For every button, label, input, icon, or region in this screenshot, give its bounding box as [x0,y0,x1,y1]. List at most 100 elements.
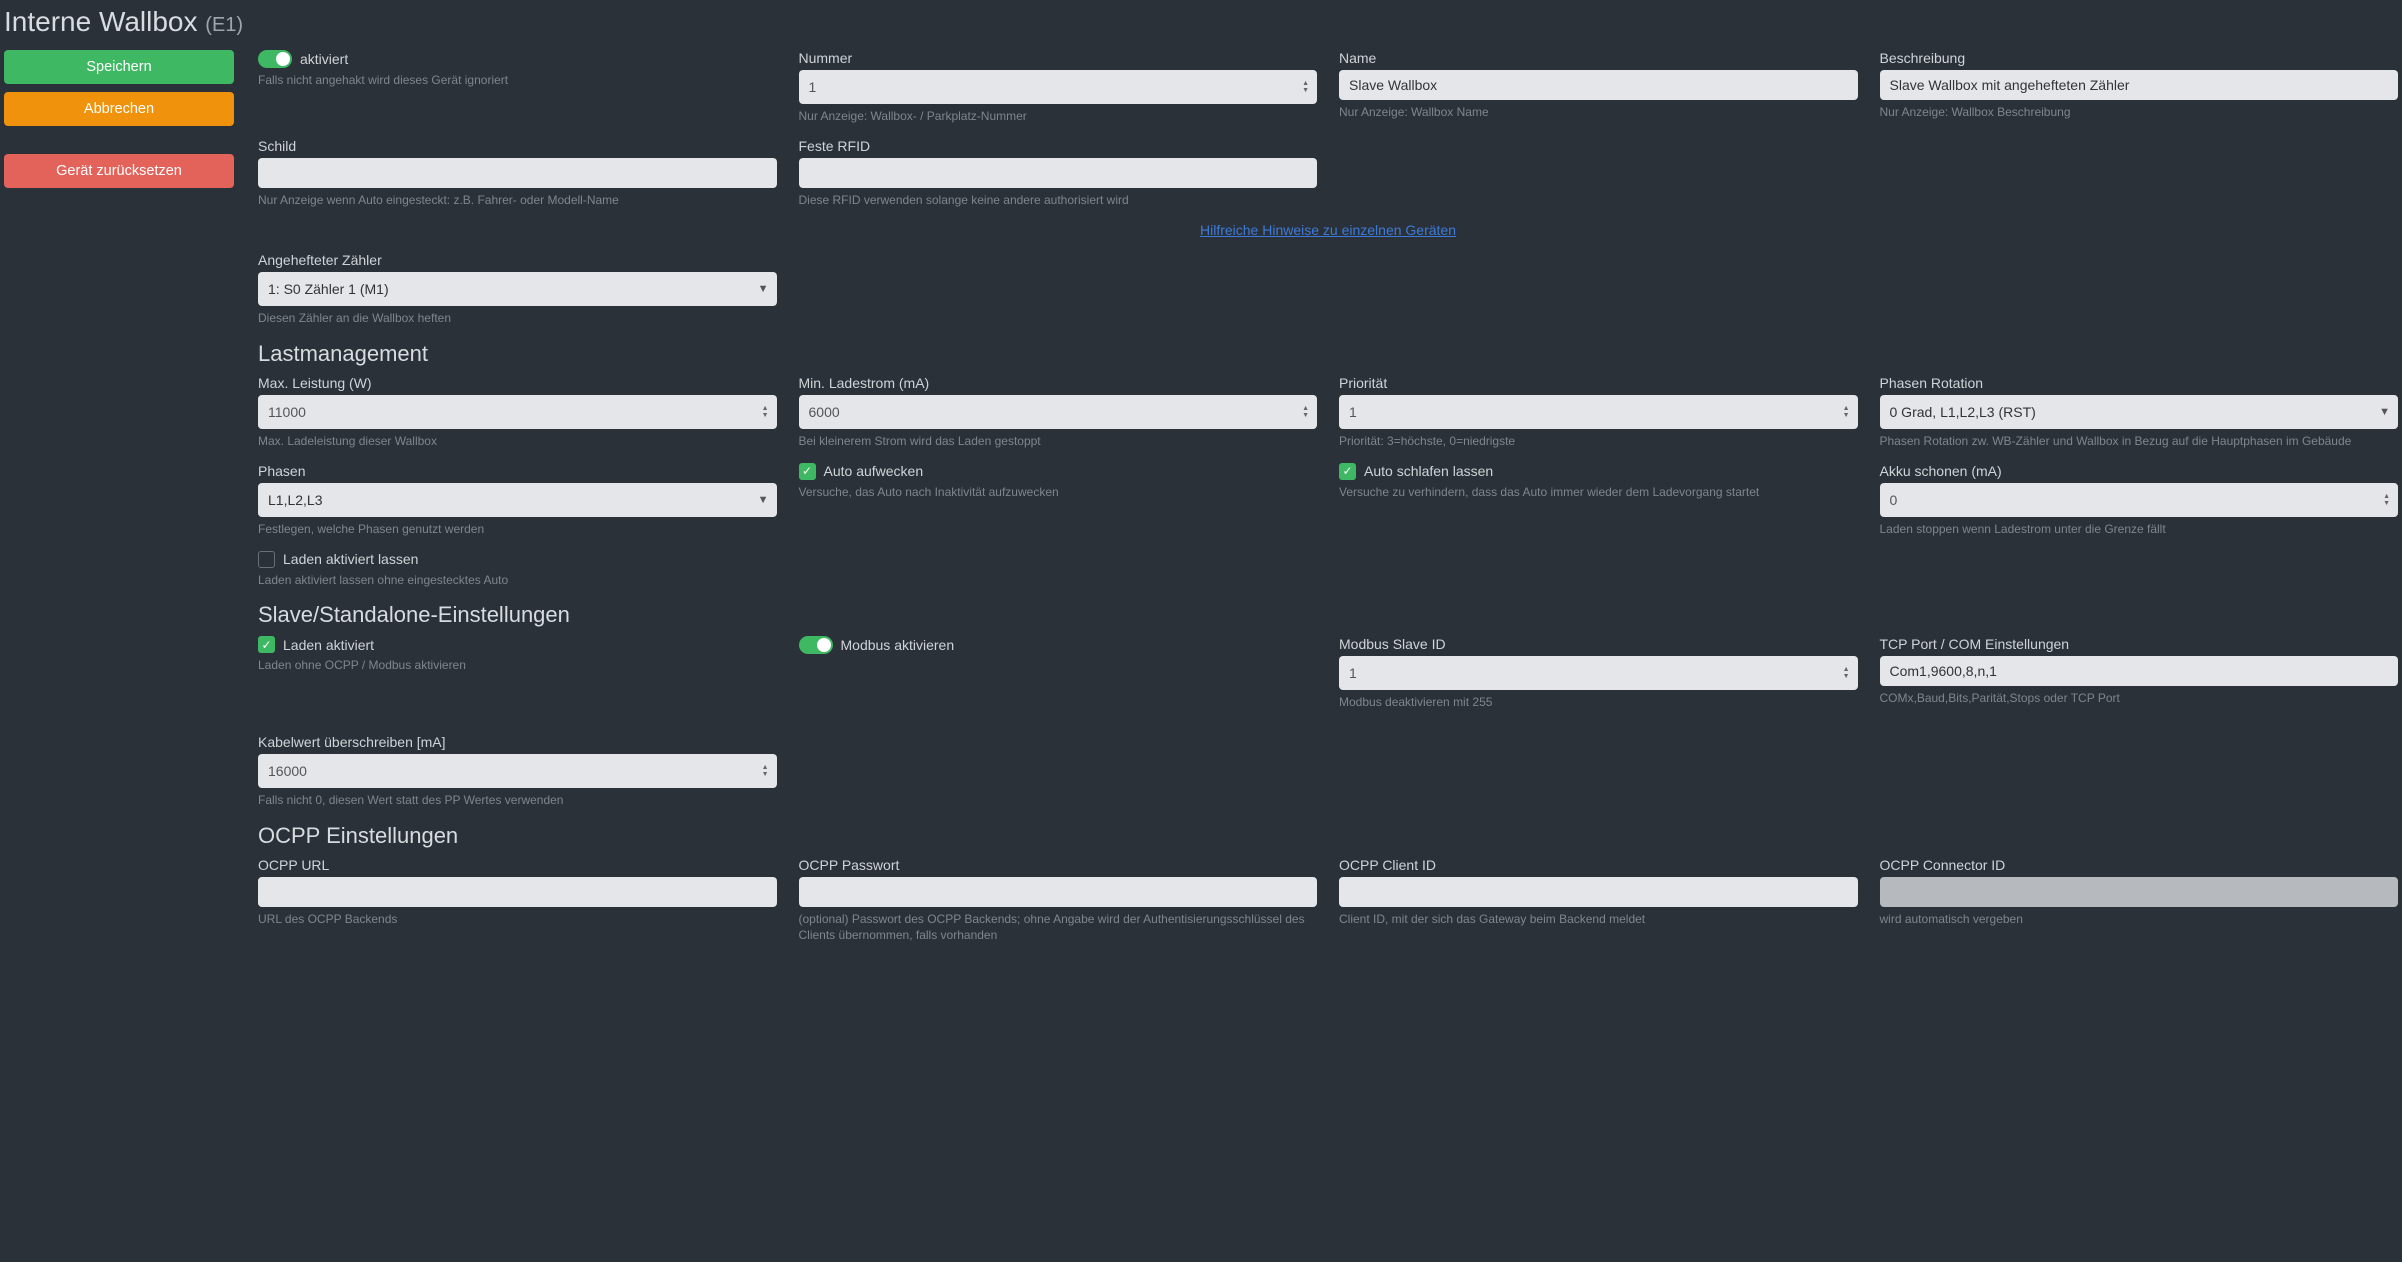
main-form: aktiviert Falls nicht angehakt wird dies… [258,50,2398,957]
minstrom-label: Min. Ladestrom (mA) [799,375,1318,391]
ocpp-conn-input [1880,877,2399,907]
ocpp-conn-help: wird automatisch vergeben [1880,911,2399,927]
beschreibung-label: Beschreibung [1880,50,2399,66]
phasen-label: Phasen [258,463,777,479]
beschreibung-input[interactable] [1880,70,2399,100]
nummer-help: Nur Anzeige: Wallbox- / Parkplatz-Nummer [799,108,1318,124]
modbus-id-input[interactable]: 1 ▲▼ [1339,656,1858,690]
kabel-input[interactable]: 16000 ▲▼ [258,754,777,788]
meter-help: Diesen Zähler an die Wallbox heften [258,310,777,326]
tcp-label: TCP Port / COM Einstellungen [1880,636,2399,652]
name-input[interactable] [1339,70,1858,100]
minstrom-help: Bei kleinerem Strom wird das Laden gesto… [799,433,1318,449]
ocpp-pass-label: OCPP Passwort [799,857,1318,873]
page-title-text: Interne Wallbox [4,6,198,37]
ocpp-pass-input[interactable] [799,877,1318,907]
meter-value: 1: S0 Zähler 1 (M1) [268,281,389,297]
maxleistung-input[interactable]: 11000 ▲▼ [258,395,777,429]
prio-value: 1 [1349,404,1357,420]
ocpp-client-help: Client ID, mit der sich das Gateway beim… [1339,911,1858,927]
prio-help: Priorität: 3=höchste, 0=niedrigste [1339,433,1858,449]
rotation-select[interactable]: 0 Grad, L1,L2,L3 (RST) ▼ [1880,395,2399,429]
maxleistung-help: Max. Ladeleistung dieser Wallbox [258,433,777,449]
meter-select[interactable]: 1: S0 Zähler 1 (M1) ▼ [258,272,777,306]
maxleistung-label: Max. Leistung (W) [258,375,777,391]
lastmanagement-title: Lastmanagement [258,341,2398,367]
tcp-help: COMx,Baud,Bits,Parität,Stops oder TCP Po… [1880,690,2399,706]
rotation-label: Phasen Rotation [1880,375,2399,391]
aktiviert-toggle[interactable]: aktiviert [258,50,777,68]
phasen-help: Festlegen, welche Phasen genutzt werden [258,521,777,537]
modbus-toggle[interactable]: Modbus aktivieren [799,636,1318,654]
nummer-input[interactable]: 1 ▲▼ [799,70,1318,104]
rotation-help: Phasen Rotation zw. WB-Zähler und Wallbo… [1880,433,2399,449]
cancel-button[interactable]: Abbrechen [4,92,234,126]
laden-lassen-label: Laden aktiviert lassen [283,551,418,567]
laden-aktiviert-help: Laden ohne OCPP / Modbus aktivieren [258,657,777,673]
akku-value: 0 [1890,492,1898,508]
akku-help: Laden stoppen wenn Ladestrom unter die G… [1880,521,2399,537]
slave-title: Slave/Standalone-Einstellungen [258,602,2398,628]
page-title-suffix: (E1) [205,14,243,36]
schild-help: Nur Anzeige wenn Auto eingesteckt: z.B. … [258,192,777,208]
modbus-label: Modbus aktivieren [841,637,955,653]
stepper-arrows-icon: ▲▼ [1843,405,1850,419]
chevron-down-icon: ▼ [758,494,769,506]
phasen-value: L1,L2,L3 [268,492,323,508]
rfid-input[interactable] [799,158,1318,188]
stepper-arrows-icon: ▲▼ [2383,493,2390,507]
ocpp-client-label: OCPP Client ID [1339,857,1858,873]
kabel-help: Falls nicht 0, diesen Wert statt des PP … [258,792,777,808]
schild-input[interactable] [258,158,777,188]
chevron-down-icon: ▼ [2379,406,2390,418]
stepper-arrows-icon: ▲▼ [1302,405,1309,419]
ocpp-title: OCPP Einstellungen [258,823,2398,849]
ocpp-conn-label: OCPP Connector ID [1880,857,2399,873]
stepper-arrows-icon: ▲▼ [762,405,769,419]
akku-input[interactable]: 0 ▲▼ [1880,483,2399,517]
auto-aufwecken-label: Auto aufwecken [824,463,924,479]
prio-input[interactable]: 1 ▲▼ [1339,395,1858,429]
ocpp-client-input[interactable] [1339,877,1858,907]
laden-aktiviert-checkbox[interactable]: ✓ Laden aktiviert [258,636,777,653]
aktiviert-help: Falls nicht angehakt wird dieses Gerät i… [258,72,777,88]
sidebar: Speichern Abbrechen Gerät zurücksetzen [4,50,234,957]
phasen-select[interactable]: L1,L2,L3 ▼ [258,483,777,517]
rfid-label: Feste RFID [799,138,1318,154]
prio-label: Priorität [1339,375,1858,391]
rfid-help: Diese RFID verwenden solange keine ander… [799,192,1318,208]
minstrom-value: 6000 [809,404,840,420]
minstrom-input[interactable]: 6000 ▲▼ [799,395,1318,429]
tcp-input[interactable] [1880,656,2399,686]
name-label: Name [1339,50,1858,66]
modbus-id-value: 1 [1349,665,1357,681]
ocpp-url-help: URL des OCPP Backends [258,911,777,927]
chevron-down-icon: ▼ [758,283,769,295]
kabel-value: 16000 [268,763,307,779]
kabel-label: Kabelwert überschreiben [mA] [258,734,777,750]
ocpp-pass-help: (optional) Passwort des OCPP Backends; o… [799,911,1318,943]
rotation-value: 0 Grad, L1,L2,L3 (RST) [1890,404,2036,420]
stepper-arrows-icon: ▲▼ [1302,80,1309,94]
page-title: Interne Wallbox (E1) [4,0,2398,50]
name-help: Nur Anzeige: Wallbox Name [1339,104,1858,120]
save-button[interactable]: Speichern [4,50,234,84]
auto-aufwecken-checkbox[interactable]: ✓ Auto aufwecken [799,463,1318,480]
modbus-id-help: Modbus deaktivieren mit 255 [1339,694,1858,710]
auto-schlafen-checkbox[interactable]: ✓ Auto schlafen lassen [1339,463,1858,480]
maxleistung-value: 11000 [268,404,306,420]
nummer-label: Nummer [799,50,1318,66]
stepper-arrows-icon: ▲▼ [1843,666,1850,680]
hint-link[interactable]: Hilfreiche Hinweise zu einzelnen Geräten [1200,222,1456,238]
meter-label: Angehefteter Zähler [258,252,777,268]
aktiviert-label: aktiviert [300,51,348,67]
auto-schlafen-help: Versuche zu verhindern, dass das Auto im… [1339,484,1858,500]
laden-aktiviert-label: Laden aktiviert [283,637,374,653]
reset-button[interactable]: Gerät zurücksetzen [4,154,234,188]
nummer-value: 1 [809,79,817,95]
ocpp-url-input[interactable] [258,877,777,907]
modbus-id-label: Modbus Slave ID [1339,636,1858,652]
akku-label: Akku schonen (mA) [1880,463,2399,479]
beschreibung-help: Nur Anzeige: Wallbox Beschreibung [1880,104,2399,120]
laden-lassen-checkbox[interactable]: Laden aktiviert lassen [258,551,777,568]
